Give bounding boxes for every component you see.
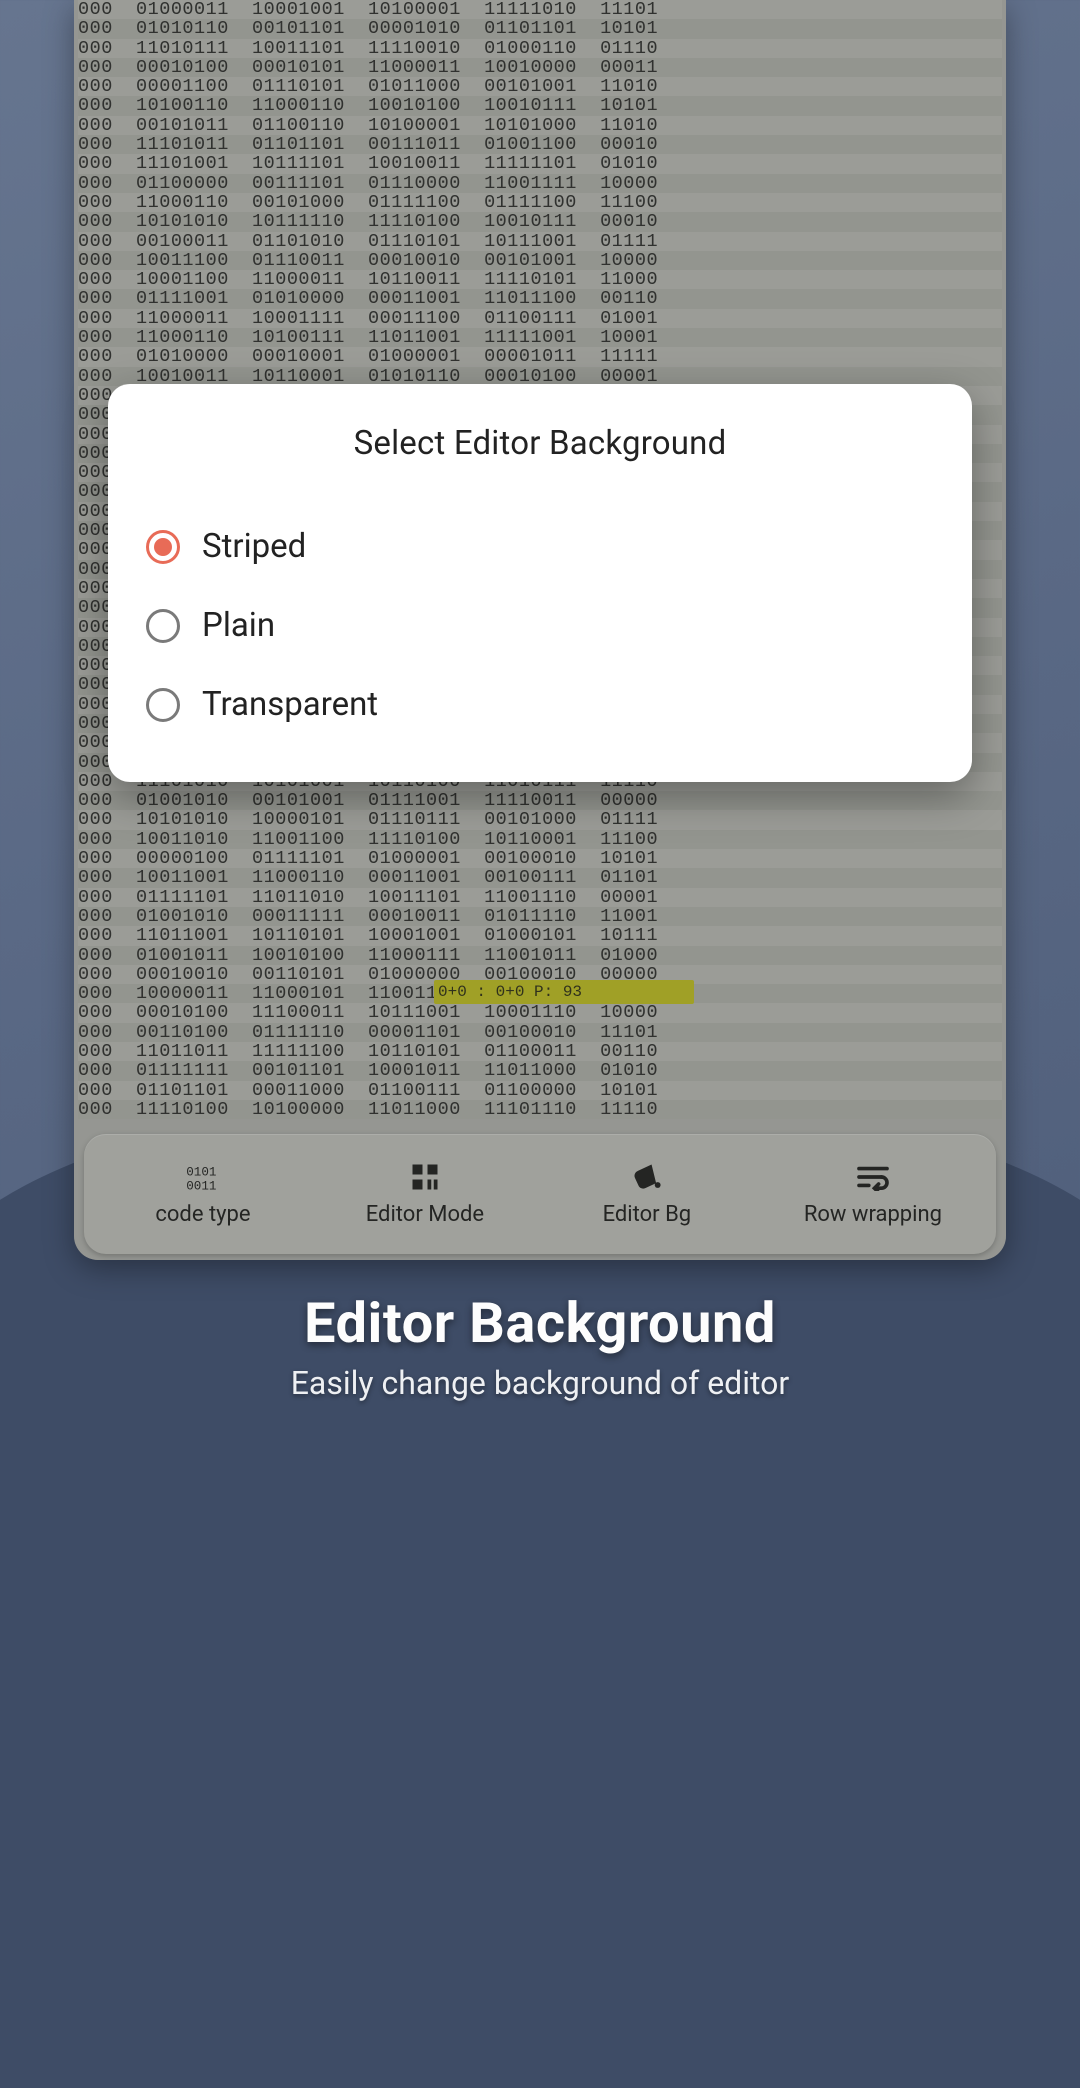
paint-bucket-icon: [630, 1162, 664, 1192]
radio-label: Transparent: [202, 685, 378, 724]
toolbar-label: Row wrapping: [804, 1202, 942, 1227]
cursor-status-pill: 0+0 : 0+0 P: 93: [434, 980, 694, 1004]
svg-text:0011: 0011: [186, 1179, 216, 1190]
radio-option-striped[interactable]: Striped: [142, 507, 938, 586]
promo-caption: Editor Background Easily change backgrou…: [0, 1290, 1080, 1402]
promo-subheading: Easily change background of editor: [0, 1364, 1080, 1402]
bottom-toolbar: 0101 0011 code type Editor Mode: [84, 1134, 996, 1254]
svg-text:0101: 0101: [186, 1165, 216, 1179]
toolbar-label: Editor Mode: [366, 1202, 484, 1227]
toolbar-label: Editor Bg: [603, 1202, 692, 1227]
radio-indicator: [146, 609, 180, 643]
radio-label: Plain: [202, 606, 275, 645]
cursor-status-text: 0+0 : 0+0 P: 93: [438, 983, 582, 1001]
radio-option-plain[interactable]: Plain: [142, 586, 938, 665]
radio-indicator: [146, 688, 180, 722]
radio-label: Striped: [202, 527, 306, 566]
toolbar-editor-bg[interactable]: Editor Bg: [582, 1162, 712, 1227]
toolbar-label: code type: [155, 1202, 250, 1227]
toolbar-row-wrapping[interactable]: Row wrapping: [804, 1162, 942, 1227]
text-wrap-icon: [856, 1162, 890, 1192]
promo-heading: Editor Background: [0, 1290, 1080, 1356]
toolbar-code-type[interactable]: 0101 0011 code type: [138, 1162, 268, 1227]
toolbar-editor-mode[interactable]: Editor Mode: [360, 1162, 490, 1227]
binary-code-icon: 0101 0011: [186, 1162, 220, 1192]
dialog-title: Select Editor Background: [142, 424, 938, 463]
radio-indicator: [146, 530, 180, 564]
select-background-dialog: Select Editor Background Striped Plain Tra…: [108, 384, 972, 782]
dashboard-icon: [408, 1162, 442, 1192]
radio-option-transparent[interactable]: Transparent: [142, 665, 938, 744]
